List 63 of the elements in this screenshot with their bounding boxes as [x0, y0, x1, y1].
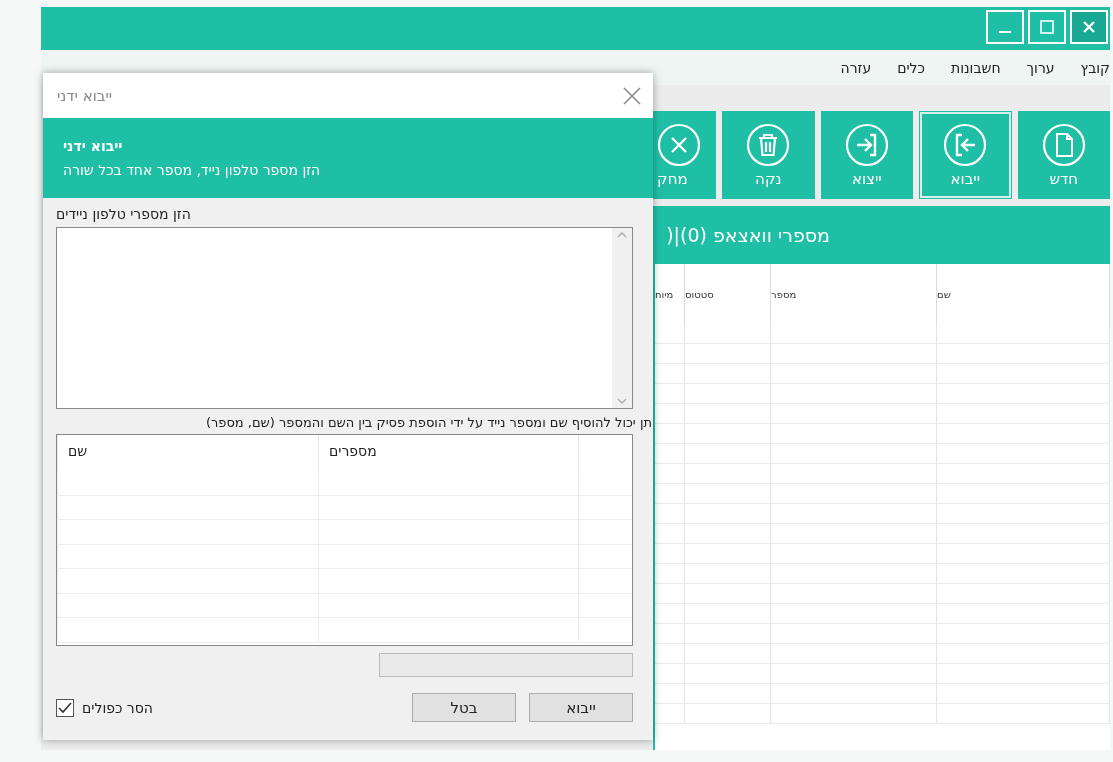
table-cell	[655, 704, 685, 724]
table-cell	[655, 684, 685, 704]
close-icon	[1082, 20, 1096, 34]
table-cell	[578, 569, 632, 594]
menu-item[interactable]: חשבונות	[951, 59, 1001, 76]
hint-text: תן יכול להוסיף שם ומספר נייד על ידי הוספת פסיק בין השם והמספר (שם, מספר)	[205, 415, 652, 430]
table-cell	[578, 544, 632, 569]
banner-text: הזן מספר טלפון נייד, מספר אחד בכל שורה	[63, 162, 321, 178]
column-header: מספרים	[318, 435, 578, 471]
close-button[interactable]	[623, 86, 641, 105]
table-cell	[655, 524, 685, 544]
maximize-button[interactable]	[1028, 10, 1066, 44]
table-cell	[578, 495, 632, 520]
table-cell	[655, 404, 685, 424]
arrow-in-icon	[943, 122, 988, 167]
column-header: סטטוס	[685, 264, 771, 324]
table-cell	[655, 504, 685, 524]
column-header: שם	[57, 435, 318, 471]
table-cell	[655, 544, 685, 564]
table-cell	[655, 484, 685, 504]
table-cell	[655, 604, 685, 624]
scroll-up-icon	[617, 232, 627, 238]
table-cell	[655, 424, 685, 444]
menu-item[interactable]: עזרה	[840, 59, 872, 76]
trash-icon	[746, 122, 791, 167]
table-cell	[578, 520, 632, 545]
minimize-icon	[999, 31, 1011, 33]
section-title: מספרי וואצאפ (0)|(	[666, 224, 830, 246]
maximize-icon	[1040, 20, 1054, 34]
dialog-button[interactable]: בטל	[412, 693, 516, 722]
table-cell	[655, 664, 685, 684]
scroll-down-icon	[617, 398, 627, 404]
table-cell	[578, 593, 632, 618]
scrollbar[interactable]	[612, 228, 632, 408]
checkbox-label: הסר כפולים	[82, 699, 153, 716]
document-icon	[1041, 122, 1086, 167]
menu-item[interactable]: ערוך	[1026, 59, 1055, 76]
menu-item[interactable]: קובץ	[1080, 59, 1110, 76]
table-cell	[655, 644, 685, 664]
table-cell	[655, 344, 685, 364]
table-cell	[578, 471, 632, 496]
table-cell	[655, 584, 685, 604]
table-cell	[655, 384, 685, 404]
dialog-title: ייבוא ידני	[57, 86, 113, 105]
table-cell	[655, 364, 685, 384]
column-header: מיוח	[655, 264, 685, 324]
close-icon	[657, 122, 702, 167]
field-label: הזן מספרי טלפון ניידים	[56, 206, 191, 222]
arrow-out-icon	[844, 122, 889, 167]
table-cell	[655, 444, 685, 464]
minimize-button[interactable]	[986, 10, 1024, 44]
menu-item[interactable]: כלים	[897, 59, 925, 76]
table-cell	[655, 464, 685, 484]
table-cell	[655, 564, 685, 584]
checkbox[interactable]	[56, 698, 74, 717]
banner-title: ייבוא ידני	[63, 138, 123, 154]
column-header: שם	[937, 264, 1110, 324]
table-cell	[655, 324, 685, 344]
dialog-button[interactable]: ייבוא	[529, 693, 633, 722]
close-icon	[623, 86, 641, 105]
table-cell	[655, 624, 685, 644]
table-cell	[578, 618, 632, 643]
column-header: מספר	[771, 264, 937, 324]
